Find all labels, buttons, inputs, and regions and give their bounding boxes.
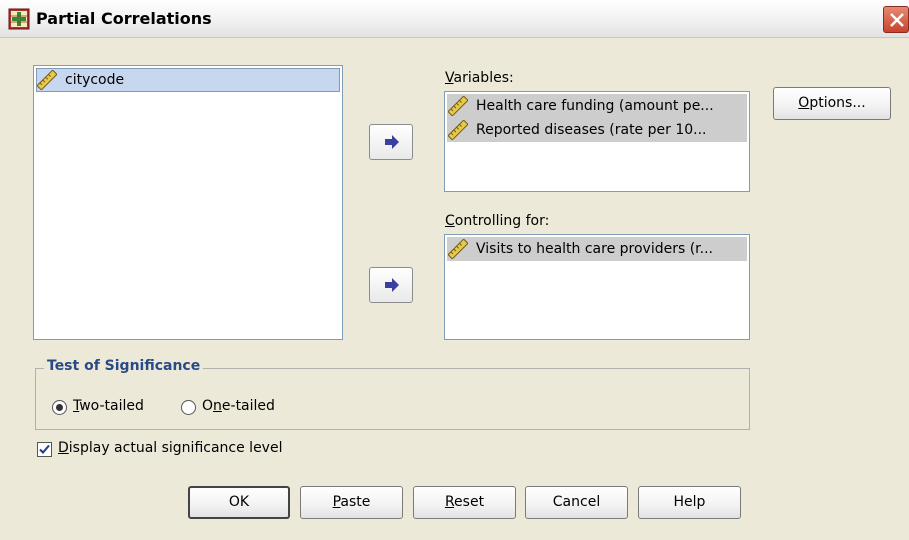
variables-label: Variables: [445,70,514,86]
variable-label: Visits to health care providers (r... [476,241,713,257]
help-button[interactable]: Help [638,486,741,519]
list-item[interactable]: Reported diseases (rate per 10... [447,118,747,142]
scale-ruler-icon [447,119,469,141]
list-item[interactable]: Visits to health care providers (r... [447,237,747,261]
scale-ruler-icon [447,95,469,117]
ok-button[interactable]: OK [188,486,290,519]
variable-label: Health care funding (amount pe... [476,98,714,114]
dialog-client-area: citycode Variables: Health care funding … [0,38,909,540]
close-icon [890,13,904,27]
window-title: Partial Correlations [36,9,212,28]
arrow-right-icon [385,278,399,292]
move-to-controlling-button[interactable] [369,267,413,303]
checkmark-icon [39,444,50,454]
one-tailed-radio[interactable] [181,400,196,415]
options-button[interactable]: Options... [773,87,891,120]
significance-group-title: Test of Significance [44,358,204,374]
close-button[interactable] [883,6,909,33]
spss-app-icon [8,8,30,30]
variables-list[interactable]: Health care funding (amount pe... Report… [444,91,750,192]
one-tailed-label[interactable]: One-tailed [202,398,275,414]
controlling-for-list[interactable]: Visits to health care providers (r... [444,234,750,340]
two-tailed-label[interactable]: Two-tailed [73,398,144,414]
list-item[interactable]: Health care funding (amount pe... [447,94,747,118]
paste-button[interactable]: Paste [300,486,403,519]
arrow-right-icon [385,135,399,149]
title-bar: Partial Correlations [0,0,909,38]
reset-button[interactable]: Reset [413,486,516,519]
move-to-variables-button[interactable] [369,124,413,160]
scale-ruler-icon [447,238,469,260]
variable-label: Reported diseases (rate per 10... [476,122,707,138]
cancel-button[interactable]: Cancel [525,486,628,519]
display-significance-checkbox[interactable] [37,442,52,457]
two-tailed-radio[interactable] [52,400,67,415]
list-item[interactable]: citycode [36,68,340,92]
controlling-for-label: Controlling for: [445,213,550,229]
source-variable-list[interactable]: citycode [33,65,343,340]
scale-ruler-icon [36,69,58,91]
variable-label: citycode [65,72,125,88]
display-significance-label[interactable]: Display actual significance level [58,440,282,456]
